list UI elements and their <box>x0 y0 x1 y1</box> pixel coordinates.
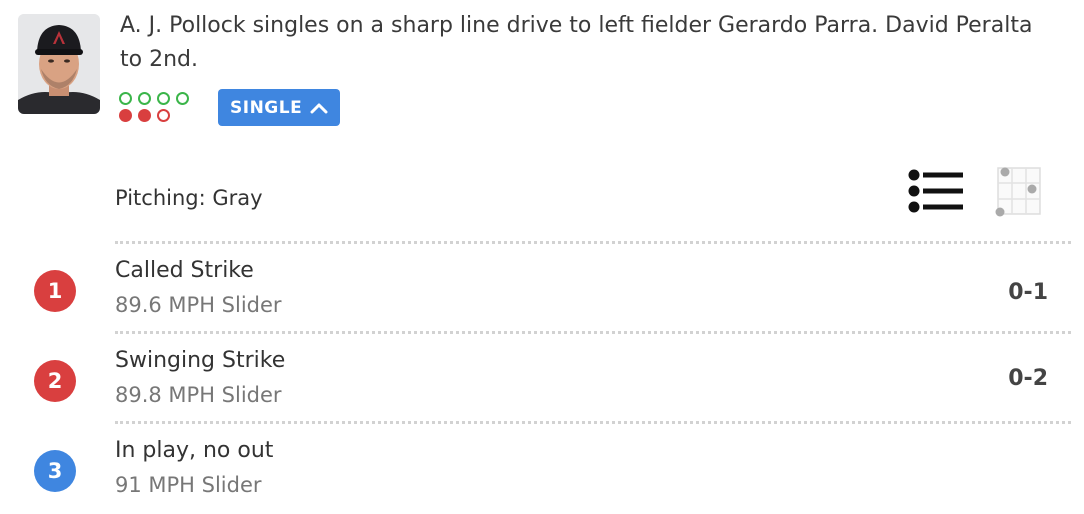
count-indicator <box>119 92 209 126</box>
ball-dot <box>176 92 189 105</box>
play-description: A. J. Pollock singles on a sharp line dr… <box>120 13 1033 72</box>
strike-zone-view-icon[interactable] <box>994 166 1042 218</box>
pitch-row[interactable]: 2 Swinging Strike 89.8 MPH Slider 0-2 <box>0 336 1084 424</box>
ball-dot <box>119 92 132 105</box>
pitch-row[interactable]: 3 In play, no out 91 MPH Slider <box>0 426 1084 514</box>
pitch-result: Called Strike <box>115 258 254 283</box>
pitch-count: 0-1 <box>1008 280 1048 305</box>
strike-dot <box>157 109 170 122</box>
result-toggle-button[interactable]: SINGLE <box>218 89 341 126</box>
pitch-detail: 89.6 MPH Slider <box>115 293 282 317</box>
pitch-result: In play, no out <box>115 438 274 463</box>
chevron-up-icon <box>310 102 328 114</box>
pitch-number-badge: 2 <box>34 360 76 402</box>
divider <box>115 421 1071 424</box>
strike-dot <box>138 109 151 122</box>
pitch-detail: 89.8 MPH Slider <box>115 383 282 407</box>
pitch-number-badge: 1 <box>34 270 76 312</box>
pitch-detail: 91 MPH Slider <box>115 473 262 497</box>
player-headshot <box>18 14 100 114</box>
divider <box>115 241 1071 244</box>
pitch-row[interactable]: 1 Called Strike 89.6 MPH Slider 0-1 <box>0 246 1084 334</box>
pitcher-label: Pitching: Gray <box>115 186 263 210</box>
strikes-row <box>119 109 209 124</box>
pitch-result: Swinging Strike <box>115 348 286 373</box>
pitch-number-badge: 3 <box>34 450 76 492</box>
strike-dot <box>119 109 132 122</box>
divider <box>115 331 1071 334</box>
ball-dot <box>138 92 151 105</box>
ball-dot <box>157 92 170 105</box>
list-view-icon[interactable] <box>907 168 965 214</box>
result-label: SINGLE <box>230 97 303 118</box>
pitch-count: 0-2 <box>1008 366 1048 391</box>
balls-row <box>119 92 209 107</box>
